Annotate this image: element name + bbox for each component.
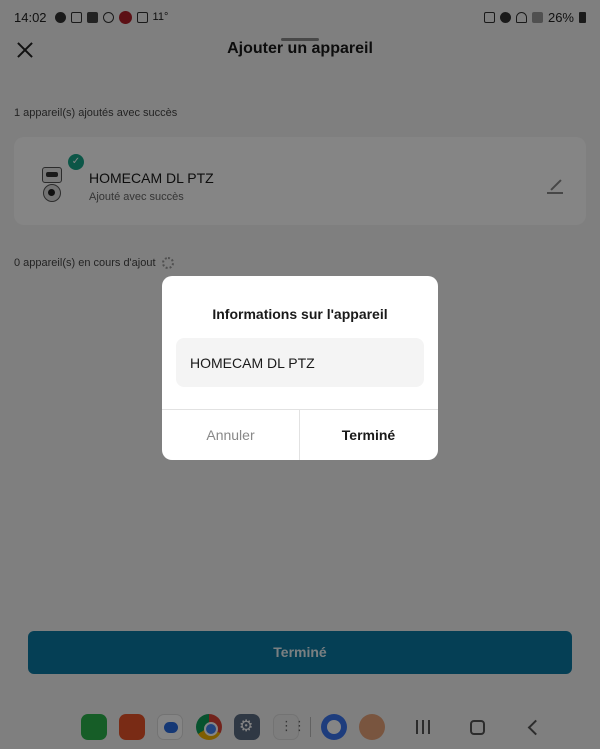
- app-drawer-icon[interactable]: [273, 714, 306, 740]
- mail-icon[interactable]: [119, 714, 145, 740]
- chrome-icon[interactable]: [196, 714, 222, 740]
- cancel-button[interactable]: Annuler: [162, 410, 299, 460]
- home-icon[interactable]: [470, 720, 485, 735]
- confirm-button[interactable]: Terminé: [300, 410, 437, 460]
- recent-apps-icon[interactable]: [416, 720, 430, 734]
- dock-divider: [310, 717, 311, 737]
- device-name-input[interactable]: [176, 338, 424, 387]
- back-icon[interactable]: [526, 720, 540, 734]
- signal-app-icon[interactable]: [321, 714, 347, 740]
- avatar-icon[interactable]: [359, 714, 385, 740]
- settings-icon[interactable]: [234, 714, 260, 740]
- device-info-dialog: Informations sur l'appareil Annuler Term…: [162, 276, 438, 460]
- messages-icon[interactable]: [157, 714, 183, 740]
- navigation-bar: [0, 703, 600, 749]
- dialog-title: Informations sur l'appareil: [212, 306, 388, 322]
- phone-icon[interactable]: [81, 714, 107, 740]
